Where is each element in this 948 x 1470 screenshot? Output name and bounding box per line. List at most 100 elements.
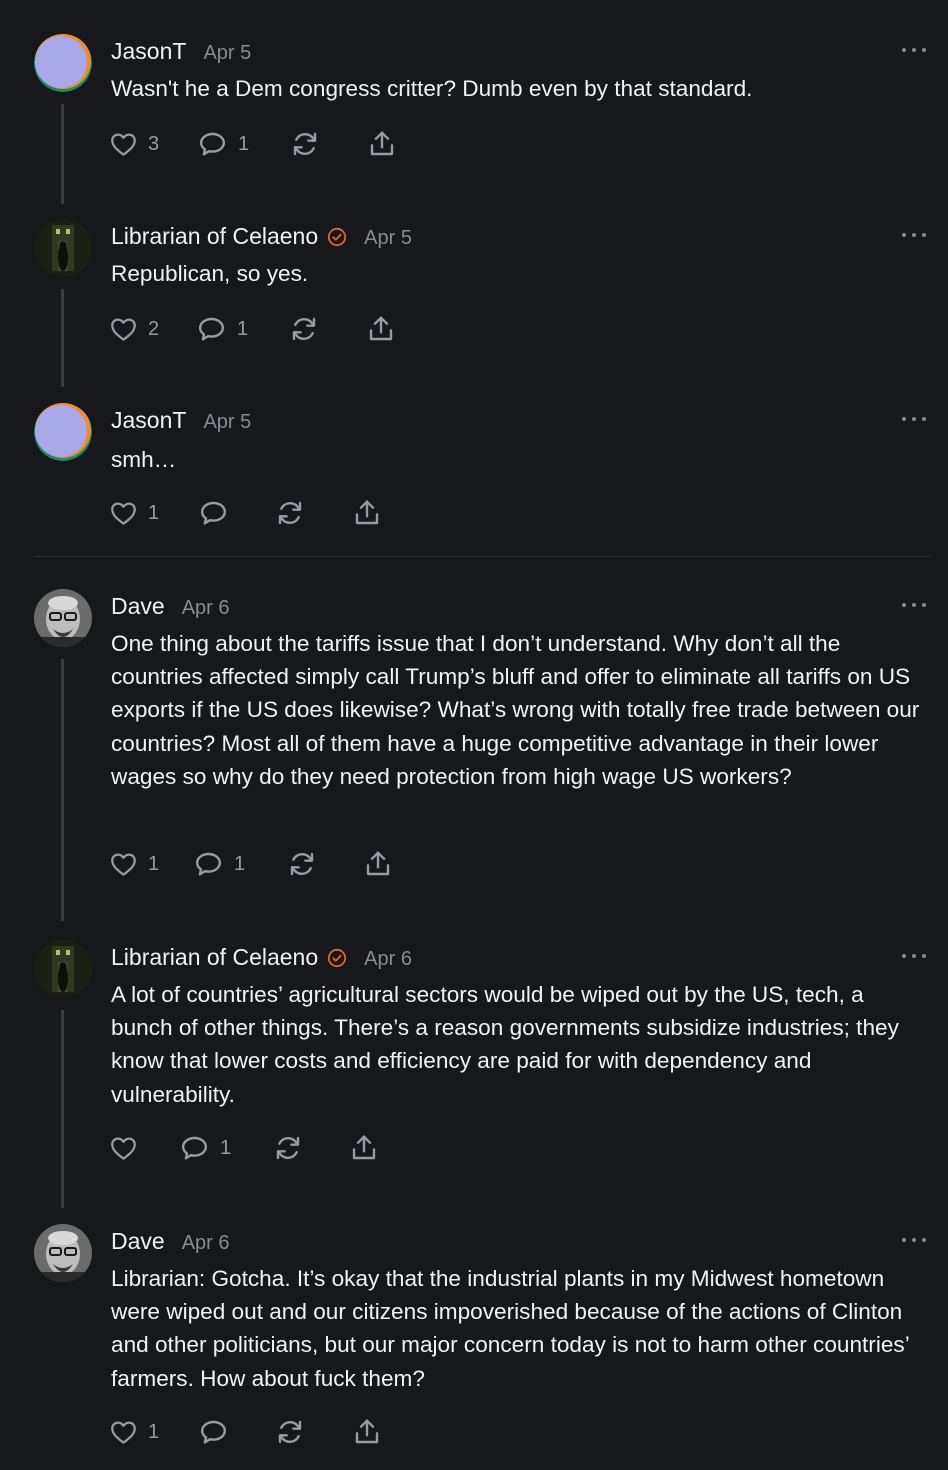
restack-button[interactable] (286, 847, 318, 881)
like-count: 2 (148, 317, 160, 340)
comment: Dave Apr 6 One thing about the tariffs i… (0, 589, 948, 929)
heart-icon (111, 1137, 136, 1160)
comment-text: smh… (111, 447, 177, 472)
restack-button[interactable] (274, 1415, 306, 1449)
user-avatar[interactable] (34, 589, 92, 647)
like-count: 1 (148, 501, 160, 524)
thread-line (61, 659, 64, 921)
verified-badge-icon (328, 948, 347, 968)
refresh-icon (293, 132, 317, 156)
more-options-icon[interactable] (902, 229, 926, 241)
heart-icon (111, 502, 136, 525)
comment-date[interactable]: Apr 6 (364, 948, 412, 971)
refresh-icon (292, 317, 316, 341)
comment-bubble-icon (199, 132, 226, 156)
more-options-icon[interactable] (902, 413, 926, 425)
heart-icon (111, 318, 136, 341)
share-icon (355, 500, 379, 525)
like-count: 1 (148, 1420, 160, 1443)
comment-text: One thing about the tariffs issue that I… (111, 631, 920, 789)
share-button[interactable] (365, 312, 397, 346)
refresh-icon (290, 852, 314, 876)
comment-date[interactable]: Apr 6 (182, 597, 230, 620)
share-icon (369, 316, 393, 341)
comment: JasonT Apr 5 smh… 1 (0, 403, 948, 553)
like-button[interactable]: 2 (108, 312, 159, 346)
thread-line (61, 289, 64, 387)
comment-date[interactable]: Apr 5 (203, 411, 251, 434)
author-name[interactable]: Librarian of Celaeno (111, 223, 318, 250)
comment-text: Librarian: Gotcha. It’s okay that the in… (111, 1266, 909, 1391)
reply-count: 1 (238, 132, 250, 155)
restack-button[interactable] (274, 496, 306, 530)
author-name[interactable]: Librarian of Celaeno (111, 944, 318, 971)
more-options-icon[interactable] (902, 44, 926, 56)
user-avatar[interactable] (34, 219, 92, 277)
reply-button[interactable] (197, 1415, 230, 1449)
thread-line (61, 104, 64, 204)
restack-button[interactable] (272, 1131, 304, 1165)
reply-count: 1 (237, 317, 249, 340)
more-options-icon[interactable] (902, 950, 926, 962)
share-icon (366, 851, 390, 876)
more-options-icon[interactable] (902, 599, 926, 611)
refresh-icon (278, 501, 302, 525)
heart-icon (111, 853, 136, 876)
comment: Dave Apr 6 Librarian: Gotcha. It’s okay … (0, 1224, 948, 1464)
refresh-icon (276, 1136, 300, 1160)
heart-icon (111, 1421, 136, 1444)
restack-button[interactable] (289, 127, 321, 161)
reply-count: 1 (234, 852, 246, 875)
comment-text: Wasn't he a Dem congress critter? Dumb e… (111, 76, 753, 101)
share-button[interactable] (351, 496, 383, 530)
like-button[interactable]: 3 (108, 127, 159, 161)
verified-badge-icon (328, 227, 347, 247)
user-avatar[interactable] (34, 403, 92, 461)
more-options-icon[interactable] (902, 1234, 926, 1246)
share-icon (355, 1419, 379, 1444)
comment: Librarian of Celaeno Apr 6 A lot of coun… (0, 940, 948, 1210)
restack-button[interactable] (288, 312, 320, 346)
like-button[interactable]: 1 (108, 496, 159, 530)
author-name[interactable]: Dave (111, 593, 165, 620)
thread-line (61, 1010, 64, 1208)
share-icon (352, 1135, 376, 1160)
comment-date[interactable]: Apr 5 (364, 227, 412, 250)
share-icon (370, 131, 394, 156)
comment-date[interactable]: Apr 5 (203, 42, 251, 65)
comment-bubble-icon (181, 1136, 208, 1160)
comment-text: Republican, so yes. (111, 261, 309, 286)
like-button[interactable]: 1 (108, 847, 159, 881)
like-button[interactable]: 1 (108, 1415, 159, 1449)
thread-divider (34, 556, 931, 557)
author-name[interactable]: JasonT (111, 38, 186, 65)
reply-button[interactable]: 1 (178, 1131, 231, 1165)
reply-count: 1 (220, 1136, 232, 1159)
heart-icon (111, 133, 136, 156)
share-button[interactable] (351, 1415, 383, 1449)
comment-bubble-icon (200, 501, 227, 525)
comment: Librarian of Celaeno Apr 5 Republican, s… (0, 219, 948, 389)
share-button[interactable] (362, 847, 394, 881)
user-avatar[interactable] (34, 940, 92, 998)
comment-bubble-icon (198, 317, 225, 341)
comment-bubble-icon (200, 1420, 227, 1444)
comment: JasonT Apr 5 Wasn't he a Dem congress cr… (0, 34, 948, 204)
reply-button[interactable]: 1 (192, 847, 245, 881)
refresh-icon (278, 1420, 302, 1444)
comment-text: A lot of countries’ agricultural sectors… (111, 982, 899, 1107)
user-avatar[interactable] (34, 1224, 92, 1282)
author-name[interactable]: JasonT (111, 407, 186, 434)
user-avatar[interactable] (34, 34, 92, 92)
like-count: 3 (148, 132, 160, 155)
comment-date[interactable]: Apr 6 (182, 1232, 230, 1255)
comment-bubble-icon (195, 852, 222, 876)
share-button[interactable] (348, 1131, 380, 1165)
share-button[interactable] (366, 127, 398, 161)
like-count: 1 (148, 852, 160, 875)
like-button[interactable] (108, 1131, 139, 1165)
reply-button[interactable] (197, 496, 230, 530)
reply-button[interactable]: 1 (195, 312, 248, 346)
reply-button[interactable]: 1 (196, 127, 249, 161)
author-name[interactable]: Dave (111, 1228, 165, 1255)
